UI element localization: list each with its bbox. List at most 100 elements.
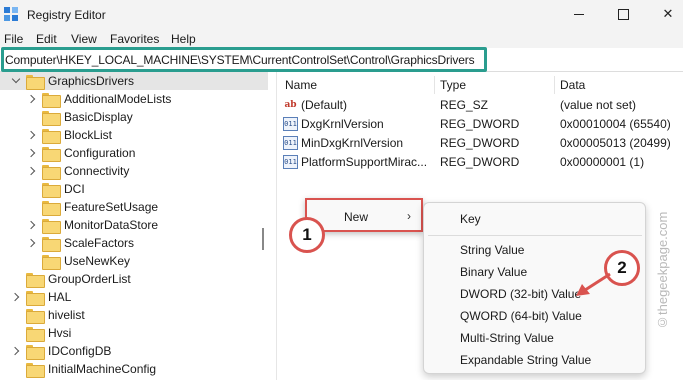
maximize-button[interactable] [613, 5, 633, 23]
pointer-arrow-icon [576, 272, 611, 296]
chevron-right-icon[interactable] [26, 129, 38, 141]
chevron-down-icon[interactable] [10, 75, 22, 87]
step-1-badge: 1 [289, 217, 325, 253]
value-row[interactable]: 011 PlatformSupportMirac... REG_DWORD 0x000… [277, 153, 683, 171]
tree-item-label: FeatureSetUsage [64, 200, 159, 214]
tree-item[interactable]: Hvsi [0, 324, 268, 342]
chevron-right-icon[interactable] [10, 345, 22, 357]
tree-item[interactable]: BlockList [0, 126, 268, 144]
tree-item[interactable]: hivelist [0, 306, 268, 324]
column-header-data[interactable]: Data [560, 78, 585, 92]
tree-item-label: ScaleFactors [64, 236, 135, 250]
column-separator[interactable] [554, 76, 555, 94]
menu-help[interactable]: Help [171, 32, 196, 46]
folder-icon [26, 326, 45, 342]
tree-item-label: hivelist [48, 308, 85, 322]
submenu-item-dword-value[interactable]: DWORD (32-bit) Value [460, 287, 581, 301]
chevron-right-icon[interactable] [26, 219, 38, 231]
tree-item[interactable]: ScaleFactors [0, 234, 268, 252]
folder-icon [26, 362, 45, 378]
tree-item[interactable]: GroupOrderList [0, 270, 268, 288]
value-type: REG_DWORD [440, 136, 520, 150]
tree-item[interactable]: Connectivity [0, 162, 268, 180]
menu-file[interactable]: File [4, 32, 23, 46]
chevron-right-icon[interactable] [26, 147, 38, 159]
value-row[interactable]: ab (Default) REG_SZ (value not set) [277, 96, 683, 114]
value-name: MinDxgKrnlVersion [301, 136, 404, 150]
menu-item-new[interactable]: New [344, 210, 368, 224]
chevron-right-icon[interactable] [10, 291, 22, 303]
menu-favorites[interactable]: Favorites [110, 32, 159, 46]
window-title: Registry Editor [27, 8, 106, 22]
tree-item-label: GraphicsDrivers [48, 74, 135, 88]
tree-item-label: Configuration [64, 146, 136, 160]
folder-icon [42, 92, 61, 108]
folder-icon [26, 290, 45, 306]
folder-icon [42, 146, 61, 162]
value-row[interactable]: 011 MinDxgKrnlVersion REG_DWORD 0x00005013 … [277, 134, 683, 152]
chevron-right-icon[interactable] [26, 165, 38, 177]
tree-item[interactable]: BasicDisplay [0, 108, 268, 126]
address-path[interactable]: Computer\HKEY_LOCAL_MACHINE\SYSTEM\Curre… [5, 53, 475, 67]
tree-item[interactable]: GraphicsDrivers [0, 72, 268, 90]
close-button[interactable]: ✕ [658, 5, 678, 23]
folder-icon [26, 344, 45, 360]
chevron-right-icon[interactable] [26, 237, 38, 249]
watermark: ©thegeekpage.com [655, 211, 670, 330]
column-header-name[interactable]: Name [285, 78, 317, 92]
tree-item-label: MonitorDataStore [64, 218, 159, 232]
value-name: DxgKrnlVersion [301, 117, 384, 131]
tree-item[interactable]: DCI [0, 180, 268, 198]
minimize-button[interactable] [569, 5, 589, 23]
registry-tree[interactable]: GraphicsDrivers AdditionalModeLists BasicD… [0, 72, 268, 380]
tree-item-label: BasicDisplay [64, 110, 133, 124]
binary-value-icon: 011 [283, 136, 298, 150]
tree-item[interactable]: UseNewKey [0, 252, 268, 270]
submenu-item-qword-value[interactable]: QWORD (64-bit) Value [460, 309, 582, 323]
menu-view[interactable]: View [71, 32, 97, 46]
folder-icon [42, 182, 61, 198]
submenu-item-binary-value[interactable]: Binary Value [460, 265, 527, 279]
tree-item-label: GroupOrderList [48, 272, 131, 286]
tree-item-label: Hvsi [48, 326, 72, 340]
menu-edit[interactable]: Edit [36, 32, 57, 46]
value-data: 0x00005013 (20499) [560, 136, 671, 150]
folder-icon [42, 110, 61, 126]
tree-item[interactable]: IDConfigDB [0, 342, 268, 360]
binary-value-icon: 011 [283, 155, 298, 169]
value-type: REG_DWORD [440, 117, 520, 131]
tree-scrollbar-thumb[interactable] [262, 228, 264, 250]
value-data: 0x00000001 (1) [560, 155, 645, 169]
tree-item-label: AdditionalModeLists [64, 92, 172, 106]
tree-item-label: HAL [48, 290, 72, 304]
submenu-item-multi-string-value[interactable]: Multi-String Value [460, 331, 554, 345]
folder-icon [42, 128, 61, 144]
submenu-item-string-value[interactable]: String Value [460, 243, 524, 257]
tree-item[interactable]: HAL [0, 288, 268, 306]
tree-item[interactable]: FeatureSetUsage [0, 198, 268, 216]
column-header-type[interactable]: Type [440, 78, 466, 92]
value-name: (Default) [301, 98, 348, 112]
column-separator[interactable] [434, 76, 435, 94]
value-data: 0x00010004 (65540) [560, 117, 671, 131]
folder-icon [42, 218, 61, 234]
tree-item[interactable]: AdditionalModeLists [0, 90, 268, 108]
folder-icon [42, 254, 61, 270]
value-row[interactable]: 011 DxgKrnlVersion REG_DWORD 0x00010004 (65… [277, 115, 683, 133]
submenu-item-expandable-string-value[interactable]: Expandable String Value [460, 353, 591, 367]
binary-value-icon: 011 [283, 117, 298, 131]
chevron-right-icon[interactable] [26, 93, 38, 105]
tree-item[interactable]: MonitorDataStore [0, 216, 268, 234]
tree-item[interactable]: InitialMachineConfig [0, 360, 268, 378]
address-bar[interactable]: Computer\HKEY_LOCAL_MACHINE\SYSTEM\Curre… [0, 48, 683, 72]
submenu-item-key[interactable]: Key [460, 212, 481, 226]
string-value-icon: ab [284, 100, 297, 110]
tree-item[interactable]: Configuration [0, 144, 268, 162]
